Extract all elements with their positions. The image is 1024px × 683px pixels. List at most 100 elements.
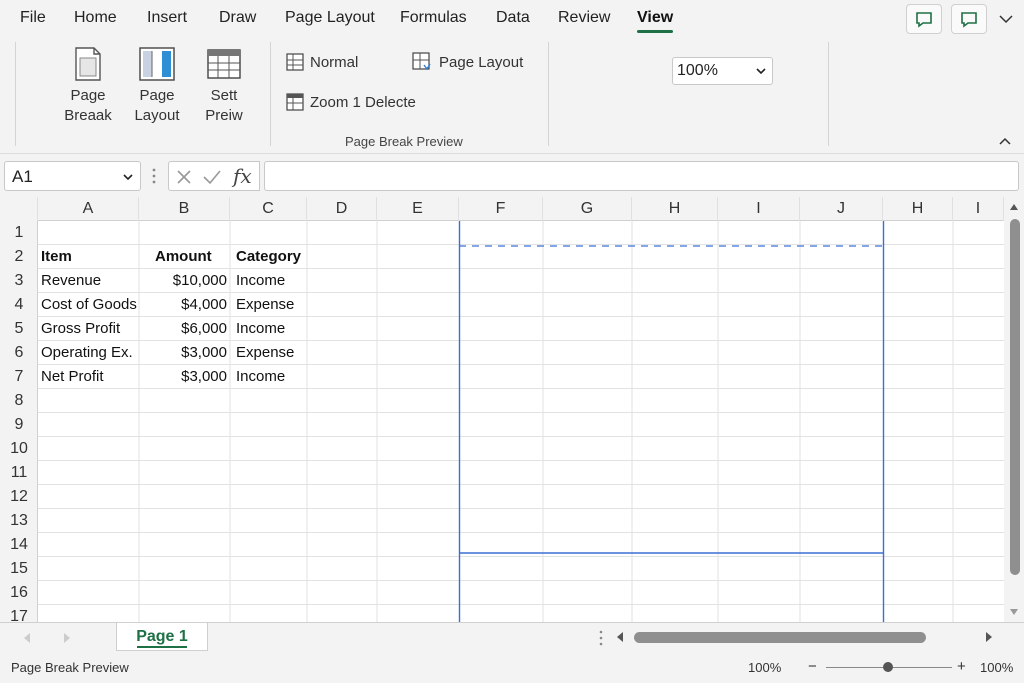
- cell-a7[interactable]: Net Profit: [38, 365, 139, 389]
- formula-input[interactable]: [264, 161, 1019, 191]
- ribbon-divider: [828, 42, 829, 146]
- tab-splitter-icon[interactable]: [597, 629, 605, 647]
- menu-page-layout[interactable]: Page Layout: [285, 9, 375, 27]
- more-options-icon[interactable]: [150, 167, 158, 185]
- zoom-select[interactable]: 100%: [672, 57, 773, 85]
- cell-b3[interactable]: $10,000: [139, 269, 230, 293]
- settings-preview-button[interactable]: Sett Preiw: [194, 44, 254, 128]
- cell-b5[interactable]: $6,000: [139, 317, 230, 341]
- column-header[interactable]: J: [800, 197, 883, 221]
- page-layout-icon: [139, 47, 175, 81]
- column-header[interactable]: D: [307, 197, 377, 221]
- cell-a4[interactable]: Cost of Goods: [38, 293, 139, 317]
- name-box[interactable]: A1: [4, 161, 141, 191]
- ribbon-divider: [270, 42, 271, 146]
- cell-a5[interactable]: Gross Profit: [38, 317, 139, 341]
- cell-c2[interactable]: Category: [233, 245, 307, 269]
- zoom-slider-knob[interactable]: [883, 662, 893, 672]
- column-header[interactable]: H: [883, 197, 953, 221]
- cell-c7[interactable]: Income: [233, 365, 307, 389]
- normal-view-button[interactable]: Normal: [286, 50, 358, 74]
- settings-preview-label-2: Preiw: [205, 107, 243, 124]
- cell-a6[interactable]: Operating Ex.: [38, 341, 139, 365]
- column-header[interactable]: G: [543, 197, 632, 221]
- scroll-up-icon[interactable]: [1009, 203, 1019, 211]
- cell-a3[interactable]: Revenue: [38, 269, 139, 293]
- worksheet[interactable]: A B C D E F G H I J H I 1 2 3 4 5 6 7 8 …: [0, 197, 1024, 622]
- scroll-left-icon[interactable]: [615, 631, 625, 643]
- page-break-label-1: Page: [70, 87, 106, 104]
- page-layout-small-label: Page Layout: [439, 53, 524, 71]
- cell-c4[interactable]: Expense: [233, 293, 307, 317]
- column-header[interactable]: F: [459, 197, 543, 221]
- horizontal-scroll-thumb[interactable]: [634, 632, 926, 643]
- menu-draw[interactable]: Draw: [219, 9, 256, 27]
- ribbon: Page Breaak Page Layout Sett Preiw Normal: [0, 38, 1024, 154]
- normal-view-icon: [286, 53, 304, 71]
- page-layout-small-icon: [412, 52, 431, 71]
- comment-icon: [961, 12, 977, 28]
- cell-c3[interactable]: Income: [233, 269, 307, 293]
- table-grid-icon: [207, 49, 241, 79]
- column-header[interactable]: C: [230, 197, 307, 221]
- settings-preview-label-1: Sett: [210, 87, 238, 104]
- cell-b4[interactable]: $4,000: [139, 293, 230, 317]
- chevron-down-icon[interactable]: [993, 6, 1019, 32]
- confirm-icon[interactable]: [202, 168, 222, 186]
- zoom-button[interactable]: Zoom 1 Delecte: [286, 90, 416, 114]
- ribbon-divider: [548, 42, 549, 146]
- next-sheet-icon[interactable]: [62, 632, 72, 644]
- cell-c6[interactable]: Expense: [233, 341, 307, 365]
- comments-icon: [916, 12, 932, 28]
- vertical-scrollbar[interactable]: [1004, 197, 1024, 622]
- prev-sheet-icon[interactable]: [22, 632, 32, 644]
- cell-b2[interactable]: Amount: [152, 245, 230, 269]
- zoom-table-icon: [286, 93, 304, 111]
- column-header[interactable]: I: [953, 197, 1004, 221]
- sheet-tab-page-1[interactable]: Page 1: [116, 623, 208, 651]
- column-headers: A B C D E F G H I J H I: [0, 197, 1004, 221]
- sheet-tabs-bar: Page 1: [0, 622, 1024, 652]
- status-zoom-percent: 100%: [748, 660, 782, 675]
- cell-b6[interactable]: $3,000: [139, 341, 230, 365]
- column-header[interactable]: I: [718, 197, 800, 221]
- comment-button[interactable]: [951, 4, 987, 34]
- menu-view[interactable]: View: [637, 9, 674, 33]
- status-mode: Page Break Preview: [11, 660, 129, 675]
- insert-function-button[interactable]: fx: [233, 164, 252, 188]
- page-layout-small-button[interactable]: Page Layout: [411, 50, 523, 74]
- cancel-icon[interactable]: [175, 168, 193, 186]
- scroll-right-icon[interactable]: [984, 631, 994, 643]
- cell-c5[interactable]: Income: [233, 317, 307, 341]
- zoom-in-button[interactable]: +: [957, 658, 966, 675]
- page-layout-view-button[interactable]: Page Layout: [127, 44, 187, 128]
- collapse-ribbon-icon[interactable]: [996, 134, 1014, 148]
- select-all-corner[interactable]: [0, 197, 38, 221]
- column-header[interactable]: E: [377, 197, 459, 221]
- menu-file[interactable]: File: [20, 9, 46, 27]
- page-break-button[interactable]: Page Breaak: [58, 44, 118, 128]
- cells: Item Amount Category Revenue $10,000 Inc…: [0, 221, 1004, 622]
- zoom-out-button[interactable]: −: [808, 658, 817, 675]
- column-header[interactable]: A: [38, 197, 139, 221]
- column-header[interactable]: H: [632, 197, 718, 221]
- menu-insert[interactable]: Insert: [147, 9, 187, 27]
- formula-bar: A1 fx: [0, 155, 1024, 197]
- status-bar: Page Break Preview 100% − + 100%: [0, 652, 1024, 683]
- menu-home[interactable]: Home: [74, 9, 117, 27]
- menu-formulas[interactable]: Formulas: [400, 9, 467, 27]
- scroll-down-icon[interactable]: [1009, 608, 1019, 616]
- group-label: Page Break Preview: [345, 134, 463, 149]
- menu-review[interactable]: Review: [558, 9, 610, 27]
- zoom-label: Zoom 1 Delecte: [310, 93, 416, 111]
- menu-data[interactable]: Data: [496, 9, 530, 27]
- normal-view-label: Normal: [310, 53, 359, 71]
- comments-button[interactable]: [906, 4, 942, 34]
- chevron-down-icon: [756, 68, 766, 75]
- page-layout-label-1: Page: [139, 87, 175, 104]
- formula-actions: fx: [168, 161, 260, 191]
- cell-a2[interactable]: Item: [38, 245, 139, 269]
- cell-b7[interactable]: $3,000: [139, 365, 230, 389]
- vertical-scroll-thumb[interactable]: [1010, 219, 1020, 575]
- column-header[interactable]: B: [139, 197, 230, 221]
